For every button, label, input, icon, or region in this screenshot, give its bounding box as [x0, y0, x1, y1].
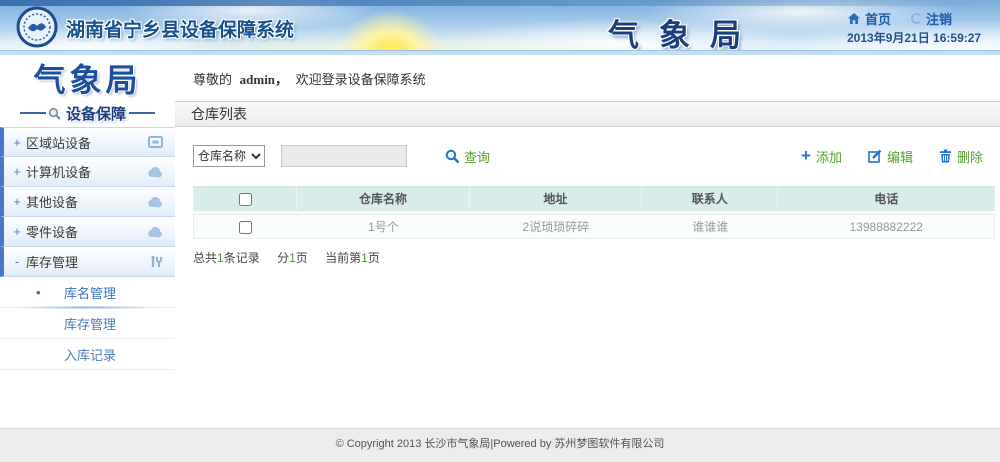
greeting-prefix: 尊敬的: [193, 72, 232, 87]
top-nav: 首页 注销: [847, 9, 952, 28]
sidebar-item-inventory-management[interactable]: - 库存管理: [0, 247, 175, 277]
select-all-header: [193, 186, 297, 211]
delete-button[interactable]: 删除: [939, 147, 983, 166]
sidebar-item-label: 计算机设备: [26, 162, 91, 181]
sidebar-logo-subtitle-row: 设备保障: [0, 101, 175, 125]
panel-title: 仓库列表: [175, 101, 1000, 127]
welcome-message: 尊敬的 admin， 欢迎登录设备保障系统: [193, 69, 1000, 88]
add-label: 添加: [816, 147, 842, 166]
search-input[interactable]: [281, 145, 407, 167]
current-page-number: 1: [361, 251, 368, 265]
column-header-contact: 联系人: [642, 186, 778, 211]
cloud-icon: [147, 196, 163, 208]
sidebar-logo-title: 气象局: [0, 59, 175, 101]
bureau-title: 气象局: [608, 10, 761, 55]
home-label: 首页: [865, 9, 891, 28]
expand-plus-icon: +: [8, 194, 26, 209]
sidebar-item-label: 区域站设备: [26, 133, 91, 152]
search-field-select[interactable]: 仓库名称: [193, 145, 265, 167]
query-button[interactable]: 查询: [445, 147, 490, 166]
add-button[interactable]: + 添加: [801, 147, 842, 166]
expand-plus-icon: +: [8, 224, 26, 239]
total-count: 1: [217, 251, 224, 265]
home-icon: [847, 12, 861, 25]
sidebar-submenu: • 库名管理 库存管理 入库记录: [0, 277, 175, 370]
warehouse-table: 仓库名称 地址 联系人 电话 1号个 2说琐琐碎碎 谁谁谁 1398888222…: [193, 183, 995, 242]
system-title: 湖南省宁乡县设备保障系统: [66, 15, 294, 42]
table-row[interactable]: 1号个 2说琐琐碎碎 谁谁谁 13988882222: [193, 214, 995, 239]
sidebar-logo-subtitle: 设备保障: [66, 103, 126, 124]
cloud-icon: [147, 226, 163, 238]
sidebar-subitem-label: 库名管理: [64, 283, 116, 302]
sidebar-subitem-label: 入库记录: [64, 345, 116, 364]
search-icon: [445, 149, 460, 164]
active-bullet-icon: •: [36, 285, 41, 300]
sidebar-item-computer-equipment[interactable]: + 计算机设备: [0, 157, 175, 187]
sidebar-menu: + 区域站设备 + 计算机设备 + 其他设备 + 零件设备: [0, 127, 175, 370]
sidebar-subitem-label: 库存管理: [64, 314, 116, 333]
row-checkbox[interactable]: [239, 221, 252, 234]
magnifier-icon: [48, 107, 61, 120]
sidebar-subitem-inventory-management[interactable]: 库存管理: [0, 308, 175, 339]
search-toolbar: 仓库名称 查询 + 添加: [193, 144, 995, 168]
cloud-icon: [147, 166, 163, 178]
pages-count: 1: [289, 251, 296, 265]
row-select-cell: [193, 214, 297, 239]
footer-copyright: © Copyright 2013 长沙市气象局|Powered by 苏州梦图软…: [0, 428, 1000, 462]
sidebar-item-label: 零件设备: [26, 222, 78, 241]
select-all-checkbox[interactable]: [239, 193, 252, 206]
expand-plus-icon: +: [8, 135, 26, 150]
decor-line-right: [129, 112, 155, 114]
sidebar-item-label: 库存管理: [26, 252, 78, 271]
pagination-bar: 总共1条记录 分1页 当前第1页: [193, 249, 995, 266]
home-link[interactable]: 首页: [847, 9, 891, 28]
edit-button[interactable]: 编辑: [868, 147, 913, 166]
tools-icon: [149, 255, 163, 269]
column-header-phone: 电话: [778, 186, 995, 211]
delete-label: 删除: [957, 147, 983, 166]
logout-link[interactable]: 注销: [911, 9, 952, 28]
username: admin，: [240, 72, 288, 87]
page-count: 分1页: [277, 251, 308, 265]
table-header-row: 仓库名称 地址 联系人 电话: [193, 186, 995, 211]
panel-body: 仓库名称 查询 + 添加: [175, 144, 1000, 266]
header-datetime: 2013年9月21日 16:59:27: [847, 29, 981, 46]
decor-line-left: [20, 112, 46, 114]
action-buttons: + 添加 编辑: [801, 147, 983, 166]
trash-icon: [939, 149, 952, 163]
cell-address: 2说琐琐碎碎: [470, 214, 642, 239]
current-page: 当前第1页: [325, 251, 380, 265]
sidebar-item-label: 其他设备: [26, 192, 78, 211]
cell-contact: 谁谁谁: [642, 214, 778, 239]
sidebar-subitem-inbound-records[interactable]: 入库记录: [0, 339, 175, 370]
cell-warehouse-name: 1号个: [297, 214, 469, 239]
query-label: 查询: [464, 147, 490, 166]
sidebar: 气象局 设备保障 + 区域站设备 + 计算机设备 + 其他设备: [0, 55, 175, 428]
main-content: 尊敬的 admin， 欢迎登录设备保障系统 仓库列表 仓库名称 查询 + 添加: [175, 55, 1000, 428]
logout-icon: [911, 13, 922, 24]
bureau-logo-icon: [16, 6, 58, 48]
top-header: 湖南省宁乡县设备保障系统 气象局 首页 注销 2013年9月21日 16:59:…: [0, 0, 1000, 55]
collapse-minus-icon: -: [8, 254, 26, 269]
greeting-suffix: 欢迎登录设备保障系统: [296, 72, 426, 87]
edit-label: 编辑: [887, 147, 913, 166]
expand-plus-icon: +: [8, 164, 26, 179]
cell-phone: 13988882222: [778, 214, 995, 239]
edit-icon: [868, 149, 882, 163]
sidebar-subitem-warehouse-name-management[interactable]: • 库名管理: [0, 277, 175, 308]
column-header-address: 地址: [470, 186, 642, 211]
logout-label: 注销: [926, 9, 952, 28]
sidebar-item-other-equipment[interactable]: + 其他设备: [0, 187, 175, 217]
add-icon: +: [801, 149, 811, 163]
record-count: 总共1条记录: [193, 251, 260, 265]
monitor-icon: [148, 136, 163, 149]
sidebar-item-parts-equipment[interactable]: + 零件设备: [0, 217, 175, 247]
column-header-name: 仓库名称: [297, 186, 469, 211]
sidebar-item-region-station-equipment[interactable]: + 区域站设备: [0, 127, 175, 157]
